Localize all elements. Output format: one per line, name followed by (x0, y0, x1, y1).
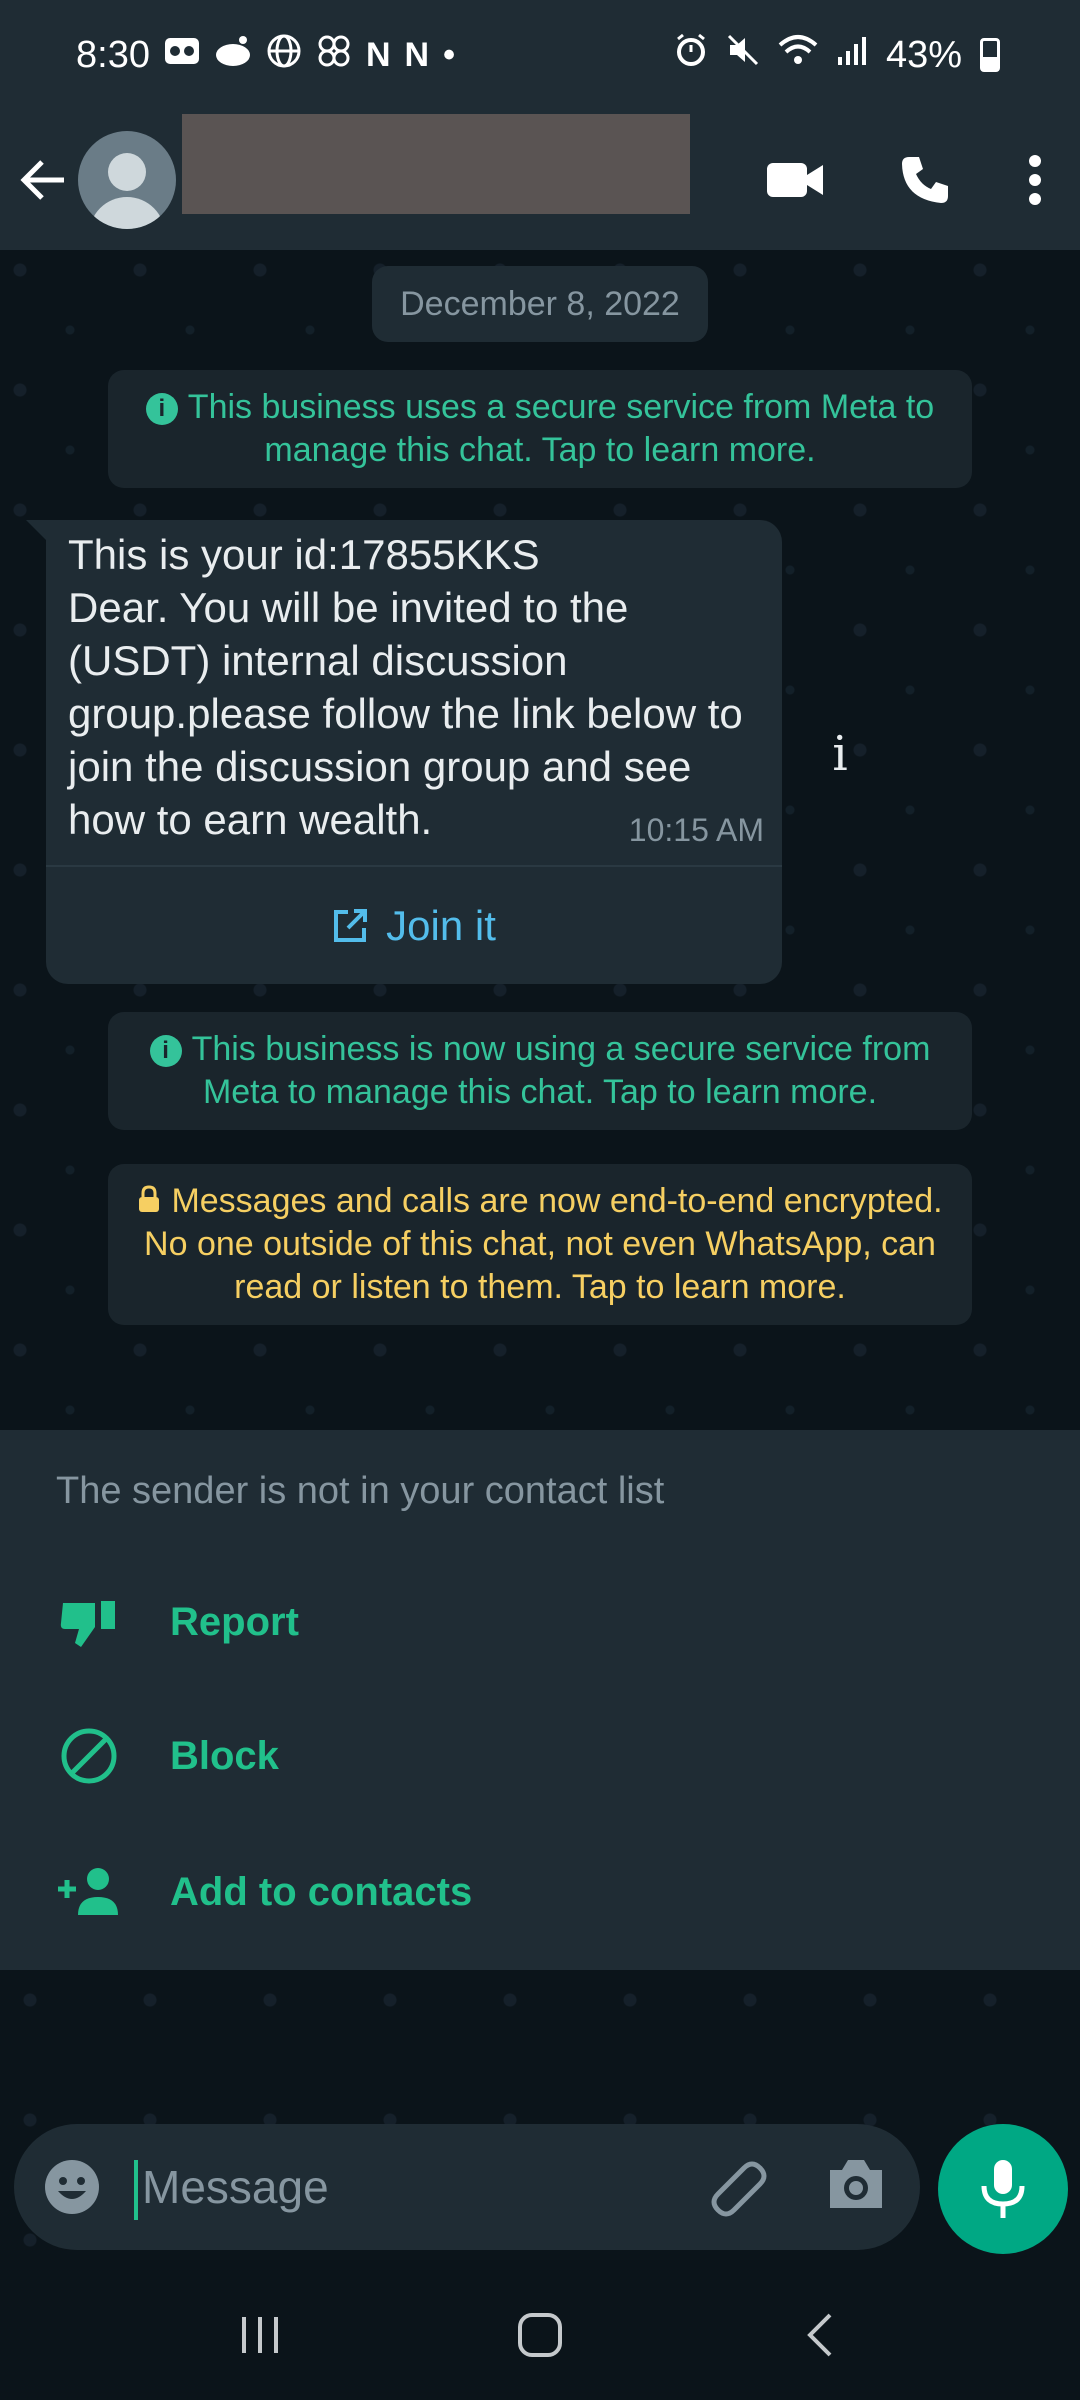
more-vert-icon (1029, 155, 1041, 205)
back-nav-button[interactable] (760, 2285, 880, 2385)
camera-icon (830, 2160, 882, 2208)
text-cursor (134, 2160, 138, 2220)
message-composer (14, 2124, 920, 2250)
mute-icon (726, 33, 760, 77)
netflix-icon: N (365, 35, 391, 74)
emoji-icon (45, 2160, 99, 2214)
arrow-left-icon (20, 160, 64, 200)
alarm-icon (674, 33, 708, 77)
home-icon (518, 2313, 562, 2357)
wifi-icon (778, 33, 818, 77)
open-external-icon (334, 908, 368, 942)
block-label: Block (170, 1733, 279, 1778)
signal-icon (836, 34, 868, 77)
microphone-icon (981, 2160, 1025, 2218)
pinwheel-icon (316, 33, 352, 78)
default-avatar-icon (108, 153, 146, 191)
join-it-button[interactable]: Join it (46, 867, 782, 984)
voice-call-icon (902, 157, 948, 203)
report-button[interactable]: Report (0, 1562, 1080, 1682)
add-to-contacts-button[interactable]: Add to contacts (0, 1832, 1080, 1952)
add-to-contacts-label: Add to contacts (170, 1869, 473, 1914)
voice-call-button[interactable] (860, 110, 990, 250)
camera-button[interactable] (826, 2156, 886, 2217)
recents-icon (242, 2317, 278, 2353)
message-info-icon[interactable]: i (822, 726, 858, 786)
status-left: 8:30 N N • (76, 33, 455, 78)
netflix-icon: N (404, 35, 430, 74)
header-actions (730, 110, 1080, 250)
paperclip-icon (711, 2161, 767, 2217)
dot-icon: • (443, 35, 455, 74)
status-bar: 8:30 N N • 43% (0, 0, 1080, 110)
system-nav-bar (0, 2270, 1080, 2400)
message-text: This is your id:17855KKS Dear. You will … (68, 531, 743, 843)
message-input[interactable] (142, 2152, 682, 2222)
home-button[interactable] (480, 2285, 600, 2385)
report-label: Report (170, 1599, 299, 1644)
chevron-left-icon (807, 2313, 832, 2357)
recents-button[interactable] (200, 2285, 320, 2385)
globe-icon (266, 33, 302, 78)
block-button[interactable]: Block (0, 1696, 1080, 1816)
more-options-button[interactable] (990, 110, 1080, 250)
system-message-encryption[interactable]: Messages and calls are now end-to-end en… (108, 1164, 972, 1325)
voice-message-button[interactable] (938, 2124, 1068, 2254)
unknown-sender-panel: The sender is not in your contact list R… (0, 1430, 1080, 1970)
info-icon: i (145, 393, 178, 425)
system-message-now-secure[interactable]: i This business is now using a secure ser… (108, 1012, 972, 1130)
avatar[interactable] (78, 131, 176, 229)
battery-percent: 43% (885, 33, 962, 76)
date-chip: December 8, 2022 (372, 266, 708, 342)
info-icon: i (149, 1035, 182, 1067)
contact-name-redacted[interactable] (182, 114, 690, 214)
join-it-label: Join it (386, 901, 496, 949)
chat-area[interactable]: December 8, 2022 i This business uses a s… (0, 250, 1080, 1430)
back-button[interactable] (0, 110, 86, 250)
reddit-icon (214, 35, 252, 76)
video-call-icon (767, 163, 823, 197)
voicemail-icon (164, 36, 200, 75)
message-time: 10:15 AM (628, 812, 764, 848)
lock-icon (139, 1185, 160, 1212)
system-message-text: This business is now using a secure serv… (191, 1030, 931, 1111)
add-person-icon (0, 1867, 170, 1917)
unknown-sender-note: The sender is not in your contact list (56, 1470, 665, 1512)
battery-icon (980, 38, 1000, 72)
system-message-text: This business uses a secure service from… (187, 388, 935, 469)
block-icon (0, 1727, 170, 1785)
video-call-button[interactable] (730, 110, 860, 250)
message-bubble[interactable]: This is your id:17855KKS Dear. You will … (46, 520, 782, 984)
attach-button[interactable] (704, 2152, 774, 2227)
bubble-tail (26, 520, 48, 542)
system-message-text: Messages and calls are now end-to-end en… (144, 1182, 943, 1306)
thumbs-down-icon (0, 1595, 170, 1649)
emoji-button[interactable] (42, 2157, 102, 2222)
status-right: 43% (674, 33, 1000, 77)
status-time: 8:30 (76, 33, 150, 76)
chat-header (0, 110, 1080, 250)
system-message-secure-service[interactable]: i This business uses a secure service fro… (108, 370, 972, 488)
